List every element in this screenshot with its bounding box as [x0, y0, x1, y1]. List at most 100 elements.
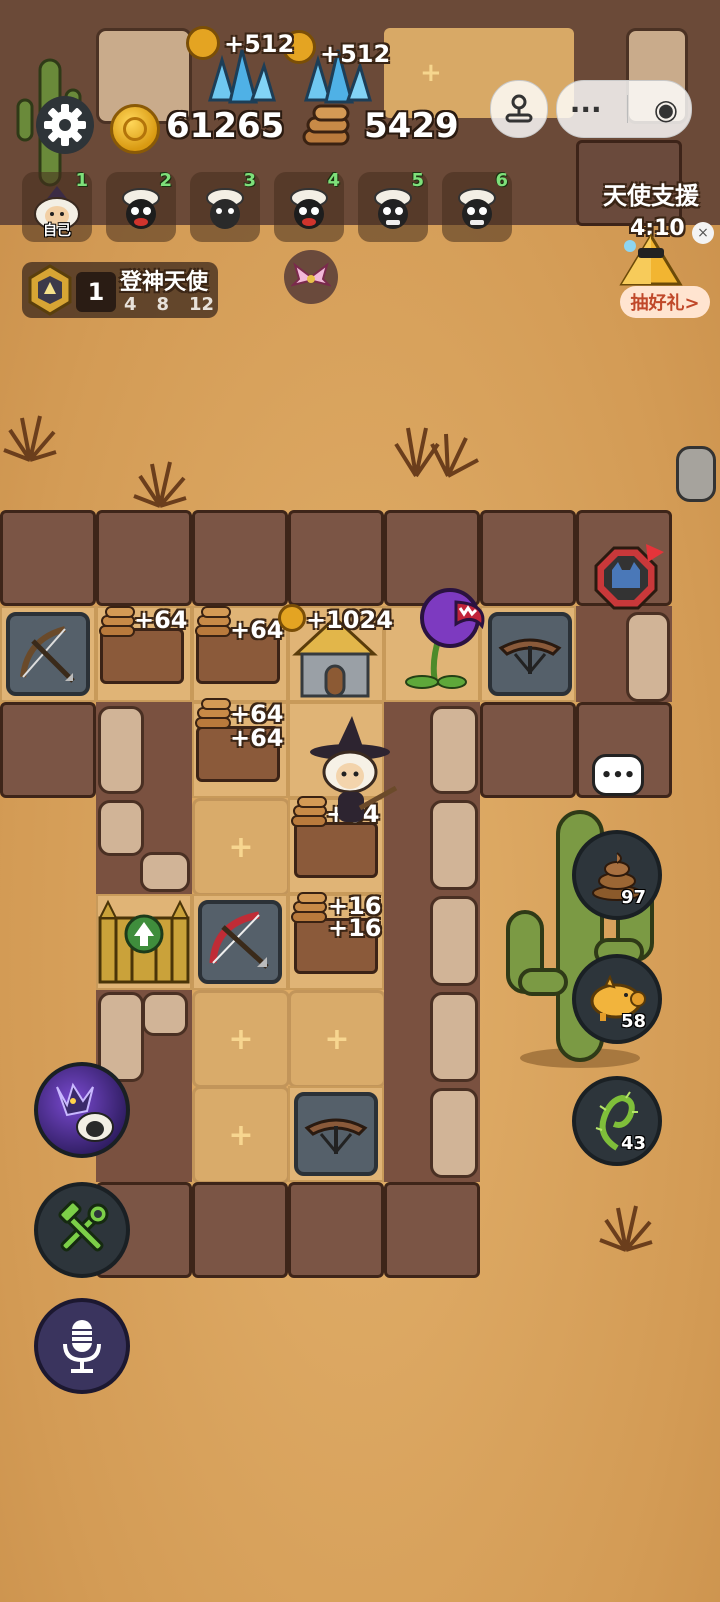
joystick-icon [505, 94, 533, 123]
stone-block [430, 992, 478, 1082]
stone-block [98, 800, 144, 856]
player-sheep-witch-icon[interactable] [300, 716, 400, 836]
income-label: +64 [230, 616, 284, 644]
stone-block [140, 852, 190, 892]
player-card-4[interactable]: 4 [274, 170, 344, 242]
wood-logs-icon [99, 606, 135, 637]
coin-icon [278, 604, 306, 632]
blade-trap[interactable] [294, 1092, 378, 1176]
gain-label: +512 [320, 40, 391, 68]
enemy-marker-icon[interactable] [578, 542, 668, 632]
microphone-icon [63, 1320, 101, 1373]
poop-skill-button[interactable]: 97 [572, 830, 662, 920]
player-rank: 6 [495, 170, 508, 191]
dry-bush-icon [3, 415, 57, 462]
stone-block [98, 706, 144, 794]
gear-icon [44, 104, 86, 146]
income-label: +1024 [306, 606, 393, 634]
black-sheep-avatar-icon [374, 188, 412, 229]
gift-pyramid-icon[interactable] [618, 232, 684, 288]
rank-step: 8 [156, 294, 169, 315]
red-crossbow-turret[interactable] [198, 900, 282, 984]
wall-block [96, 510, 192, 606]
stone-block [430, 1088, 478, 1178]
wings-icon [291, 262, 331, 287]
wall-block [0, 702, 96, 798]
skill-count: 97 [620, 887, 646, 908]
rank-title: 登神天使 [120, 270, 209, 295]
income-label: +64 [134, 606, 188, 634]
black-sheep-avatar-icon [122, 188, 160, 229]
wood-amount: 5429 [364, 106, 459, 146]
blade-trap-icon [498, 638, 562, 674]
capsule-divider [627, 95, 629, 123]
dry-bush-icon [394, 427, 479, 478]
stone-block [142, 992, 188, 1036]
player-rank: 1 [75, 170, 88, 191]
build-tools-button[interactable] [34, 1182, 130, 1278]
empty-build-slot[interactable]: + [192, 798, 290, 896]
wood-logs-icon [195, 698, 231, 729]
player-card-5[interactable]: 5 [358, 170, 428, 242]
joystick-button[interactable] [490, 80, 548, 138]
settings-button[interactable] [36, 96, 94, 154]
player-rank: 3 [243, 170, 256, 191]
dry-bush-icon [599, 1205, 653, 1252]
voice-button[interactable] [34, 1298, 130, 1394]
rank-level: 1 [76, 272, 116, 312]
rock-icon [676, 446, 716, 502]
income-label: +64 [230, 724, 284, 752]
empty-build-slot[interactable]: + [192, 1086, 290, 1184]
rank-badge[interactable]: 1 登神天使 4 8 12 [22, 262, 218, 318]
wolf-and-sheep-icon [56, 1082, 114, 1142]
wood-logs-icon [195, 606, 231, 637]
angel-hexagon-icon [28, 264, 72, 316]
red-crossbow-icon [209, 911, 269, 969]
thorn-vine-button[interactable]: 43 [572, 1076, 662, 1166]
rank-step: 4 [124, 294, 137, 315]
wall-block [384, 1182, 480, 1278]
blade-trap-icon [304, 1118, 368, 1154]
player-card-6[interactable]: 6 [442, 170, 512, 242]
chat-button[interactable]: ••• [592, 754, 644, 796]
skill-count: 43 [620, 1133, 646, 1154]
crossbow-turret[interactable] [6, 612, 90, 696]
player-card-3[interactable]: 3 [190, 170, 260, 242]
player-card-2[interactable]: 2 [106, 170, 176, 242]
close-record-button[interactable]: ◉ [654, 93, 678, 126]
player-rank: 2 [159, 170, 172, 191]
stone-block [430, 896, 478, 986]
rank-step: 12 [188, 294, 214, 315]
wall-block [192, 510, 288, 606]
rank-steps: 4 8 12 [124, 294, 214, 315]
stone-block [430, 706, 478, 794]
gold-amount: 61265 [166, 106, 285, 146]
empty-build-slot[interactable]: + [288, 990, 386, 1088]
chomper-plant-icon[interactable] [400, 584, 496, 694]
mini-program-capsule: ··· ◉ [556, 80, 692, 138]
event-draw-button[interactable]: 抽好礼> [620, 286, 710, 318]
black-sheep-avatar-icon [458, 188, 496, 229]
wall-block [288, 1182, 384, 1278]
black-sheep-avatar-icon [290, 188, 328, 229]
gate-upgrade-icon[interactable] [96, 898, 192, 988]
crossbow-icon [20, 626, 75, 683]
skill-count: 58 [620, 1011, 646, 1032]
close-icon[interactable]: × [692, 222, 714, 244]
wall-block [480, 702, 576, 798]
hammer-wrench-icon [58, 1200, 109, 1252]
wall-block [0, 510, 96, 606]
wolf-sheep-event-button[interactable] [34, 1062, 130, 1158]
piggy-bank-button[interactable]: 58 [572, 954, 662, 1044]
wood-logs-icon [291, 892, 327, 923]
blade-trap[interactable] [488, 612, 572, 696]
player-card-1[interactable]: 1 自己 [22, 170, 92, 242]
player-rank: 4 [327, 170, 340, 191]
more-button[interactable]: ··· [570, 93, 602, 126]
gold-coin-icon [110, 104, 160, 154]
wood-logs-icon [302, 104, 350, 146]
wings-token[interactable] [284, 250, 338, 304]
wall-block [192, 1182, 288, 1278]
empty-build-slot[interactable]: + [192, 990, 290, 1088]
player-rank: 5 [411, 170, 424, 191]
